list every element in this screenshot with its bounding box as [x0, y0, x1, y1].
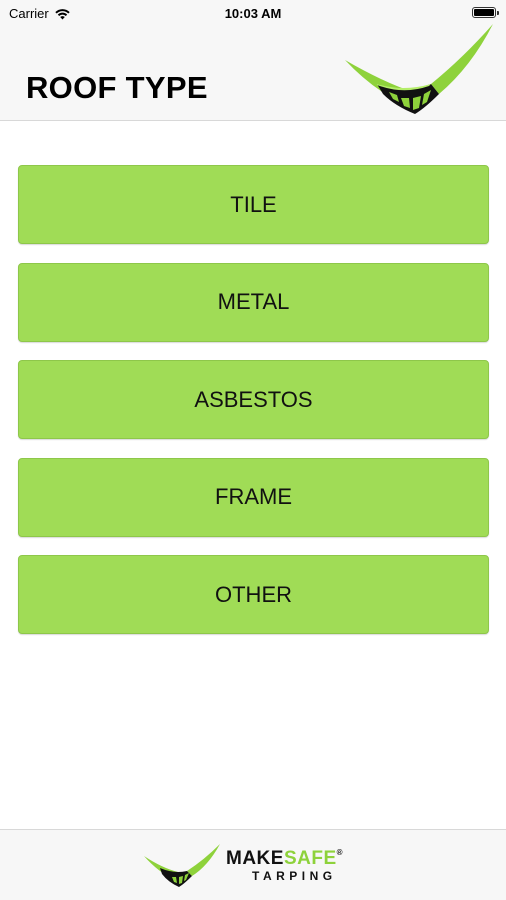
option-frame-button[interactable]: FRAME	[18, 457, 489, 537]
option-tile-button[interactable]: TILE	[18, 165, 489, 244]
makesafe-logo-icon	[345, 24, 493, 114]
makesafe-logo-icon	[144, 844, 220, 887]
option-other-button[interactable]: OTHER	[18, 555, 489, 634]
battery-icon	[472, 7, 499, 18]
registered-mark: ®	[336, 847, 344, 857]
header: ROOF TYPE	[0, 24, 506, 121]
status-time: 10:03 AM	[224, 6, 282, 21]
roof-type-options: TILE METAL ASBESTOS FRAME OTHER	[18, 165, 489, 653]
brand-tagline: TARPING	[252, 868, 337, 883]
option-asbestos-button[interactable]: ASBESTOS	[18, 360, 489, 439]
battery-level	[474, 9, 494, 16]
brand-wordmark: MAKESAFE® TARPING	[226, 847, 344, 883]
footer: MAKESAFE® TARPING	[0, 829, 506, 900]
footer-brand: MAKESAFE® TARPING	[142, 840, 343, 890]
brand-safe: SAFE	[283, 847, 337, 869]
brand-make: MAKE	[226, 847, 284, 869]
page-title: ROOF TYPE	[26, 70, 208, 105]
option-metal-button[interactable]: METAL	[18, 262, 489, 342]
